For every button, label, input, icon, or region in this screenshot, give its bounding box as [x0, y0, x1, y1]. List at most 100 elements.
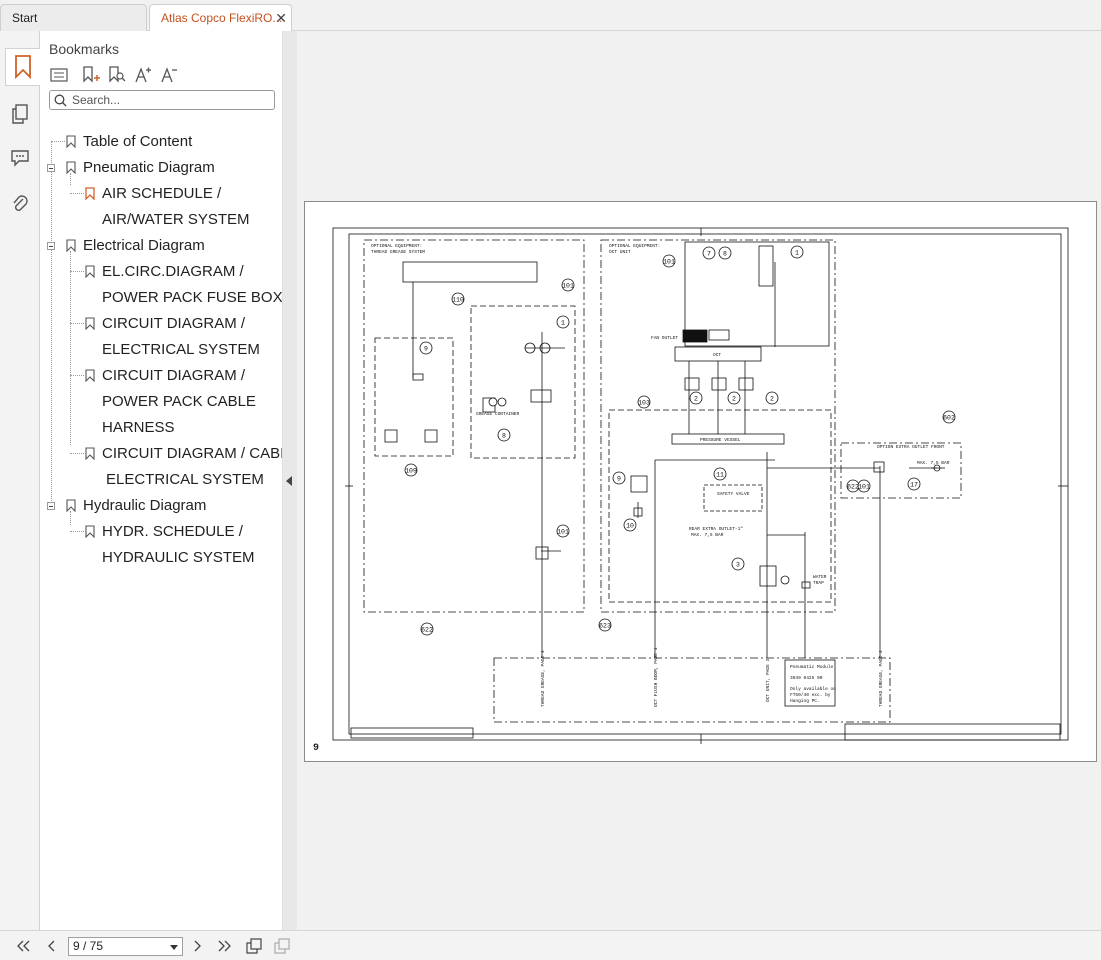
bookmark-icon	[66, 239, 76, 252]
bookmark-label-line2: POWER PACK FUSE BOX	[102, 289, 283, 306]
diagram-label: OPTION EXTRA OUTLET FRONT	[877, 444, 945, 450]
comments-rail-button[interactable]	[4, 140, 36, 176]
bookmark-label: Hydraulic Diagram	[83, 497, 207, 514]
diagram-label: OCT UNIT, PAGE 3	[765, 658, 771, 702]
diagram-label: MAX. 7,5 BAR	[691, 532, 724, 538]
svg-text:101: 101	[663, 259, 675, 266]
drawing-border	[348, 233, 1062, 735]
search-icon	[54, 94, 67, 107]
bookmark-item[interactable]: HYDR. SCHEDULE / HYDRAULIC SYSTEM	[40, 519, 282, 571]
bookmark-icon	[66, 499, 76, 512]
bookmark-icon	[85, 525, 95, 538]
diagram-label: OCT	[713, 352, 721, 358]
add-bookmark-button[interactable]	[81, 65, 101, 85]
tab-document[interactable]: Atlas Copco FlexiRO... ✕	[149, 4, 292, 32]
page-indicator: 9 / 75	[73, 939, 104, 953]
svg-text:1: 1	[795, 250, 799, 257]
bookmark-icon	[85, 447, 95, 460]
diagram-label: MAX. 7,5 BAR	[917, 460, 950, 466]
svg-text:8: 8	[502, 433, 506, 440]
previous-page-button[interactable]	[42, 936, 62, 956]
bookmark-item-selected[interactable]: AIR SCHEDULE / AIR/WATER SYSTEM	[40, 181, 282, 233]
bookmark-label-line2: ELECTRICAL SYSTEM	[106, 471, 264, 488]
bookmark-item[interactable]: CIRCUIT DIAGRAM / CABIN ELECTRICAL SYSTE…	[40, 441, 282, 493]
box-101-left	[470, 305, 576, 459]
collapse-panel-arrow-icon[interactable]	[286, 476, 292, 486]
bookmark-label-line2: AIR/WATER SYSTEM	[102, 211, 250, 228]
bookmark-label: AIR SCHEDULE /	[102, 185, 222, 202]
revision-block	[350, 727, 474, 739]
bookmark-label-line2: HYDRAULIC SYSTEM	[102, 549, 255, 566]
svg-text:101: 101	[858, 484, 870, 491]
bookmark-item[interactable]: CIRCUIT DIAGRAM / POWER PACK CABLE HARNE…	[40, 363, 282, 441]
bookmark-label: CIRCUIT DIAGRAM /	[102, 315, 246, 332]
bookmarks-panel: Bookmarks Table of Content Pneum	[40, 31, 283, 930]
svg-text:8: 8	[723, 251, 727, 258]
attachments-rail-button[interactable]	[4, 187, 36, 223]
page-navigation-bar: 9 / 75	[0, 930, 1101, 960]
font-decrease-icon	[161, 67, 177, 83]
diagram-label: THREAD GREASE, PAGE 4	[540, 650, 546, 707]
bookmark-item[interactable]: Hydraulic Diagram	[40, 493, 282, 519]
chevron-right-icon	[194, 940, 201, 952]
bookmark-item[interactable]: Electrical Diagram	[40, 233, 282, 259]
find-bookmark-button[interactable]	[107, 65, 127, 85]
find-bookmark-icon	[109, 66, 126, 83]
bookmark-label: Electrical Diagram	[83, 237, 205, 254]
svg-text:2: 2	[732, 396, 736, 403]
bookmark-item[interactable]: Pneumatic Diagram	[40, 155, 282, 181]
bookmark-label-line2: POWER PACK CABLE	[102, 393, 256, 410]
last-page-button[interactable]	[215, 936, 235, 956]
bookmark-item[interactable]: CIRCUIT DIAGRAM / ELECTRICAL SYSTEM	[40, 311, 282, 363]
panel-title: Bookmarks	[49, 41, 120, 57]
bookmark-item[interactable]: EL.CIRC.DIAGRAM / POWER PACK FUSE BOX	[40, 259, 283, 311]
svg-text:103: 103	[638, 400, 650, 407]
svg-text:10: 10	[626, 523, 634, 530]
pdf-page: 110 101 1 9 8 109 101 622 103 101 7 8 122 2 11 9 1…	[304, 201, 1097, 762]
document-viewer[interactable]: 110 101 1 9 8 109 101 622 103 101 7 8 122 2 11 9 1…	[297, 31, 1101, 930]
tab-bar: Start Atlas Copco FlexiRO... ✕	[0, 0, 1101, 32]
diagram-label: FT50/40 exc. by	[790, 692, 831, 698]
expand-all-button[interactable]	[49, 65, 69, 85]
diagram-label: Only available on	[790, 686, 836, 692]
search-input[interactable]	[72, 92, 268, 108]
close-icon[interactable]: ✕	[275, 5, 287, 32]
bookmark-icon	[85, 187, 95, 200]
bookmark-search[interactable]	[49, 90, 275, 110]
box-thread-grease	[363, 239, 585, 613]
pneumatic-schematic: 1101011 98109 101622103 1017 8 12 2 2119 1…	[332, 227, 1069, 744]
svg-text:602: 602	[943, 415, 955, 422]
bookmark-icon	[66, 161, 76, 174]
bookmark-label: CIRCUIT DIAGRAM /	[102, 367, 246, 384]
bookmark-label-line2: ELECTRICAL SYSTEM	[102, 341, 260, 358]
first-page-button[interactable]	[13, 936, 33, 956]
diagram-label: OPTIONAL EQUIPMENT:	[609, 243, 660, 249]
comment-icon	[11, 150, 29, 167]
copy-pages-icon	[246, 938, 262, 954]
pages-rail-button[interactable]	[4, 96, 36, 132]
tab-start-label: Start	[12, 11, 38, 25]
last-page-icon	[218, 940, 231, 952]
bookmarks-rail-button[interactable]	[5, 48, 40, 86]
page-view-toggle-button[interactable]	[272, 936, 292, 956]
paperclip-icon	[13, 195, 28, 211]
decrease-font-button[interactable]	[159, 65, 179, 85]
diagram-label: OCT FLUSH BOOM, PAGE 4	[653, 647, 659, 707]
bookmark-item[interactable]: Table of Content	[40, 129, 282, 155]
box-110	[402, 261, 538, 283]
diagram-label: PRESSURE VESSEL	[700, 437, 741, 443]
increase-font-button[interactable]	[133, 65, 153, 85]
diagram-label: OCT UNIT	[609, 249, 631, 255]
bookmark-label: EL.CIRC.DIAGRAM /	[102, 263, 244, 280]
svg-text:110: 110	[452, 297, 464, 304]
page-number-label: 9	[313, 743, 320, 754]
next-page-button[interactable]	[187, 936, 207, 956]
diagram-label: WATER	[813, 574, 827, 580]
diagram-label: Pneumatic Module	[790, 664, 834, 670]
tab-start[interactable]: Start	[0, 4, 147, 31]
svg-text:9: 9	[617, 476, 621, 483]
bookmark-icon	[15, 55, 31, 79]
page-selector[interactable]: 9 / 75	[68, 937, 183, 956]
page-view-button[interactable]	[244, 936, 264, 956]
diagram-label: FAN OUTLET	[651, 335, 678, 341]
